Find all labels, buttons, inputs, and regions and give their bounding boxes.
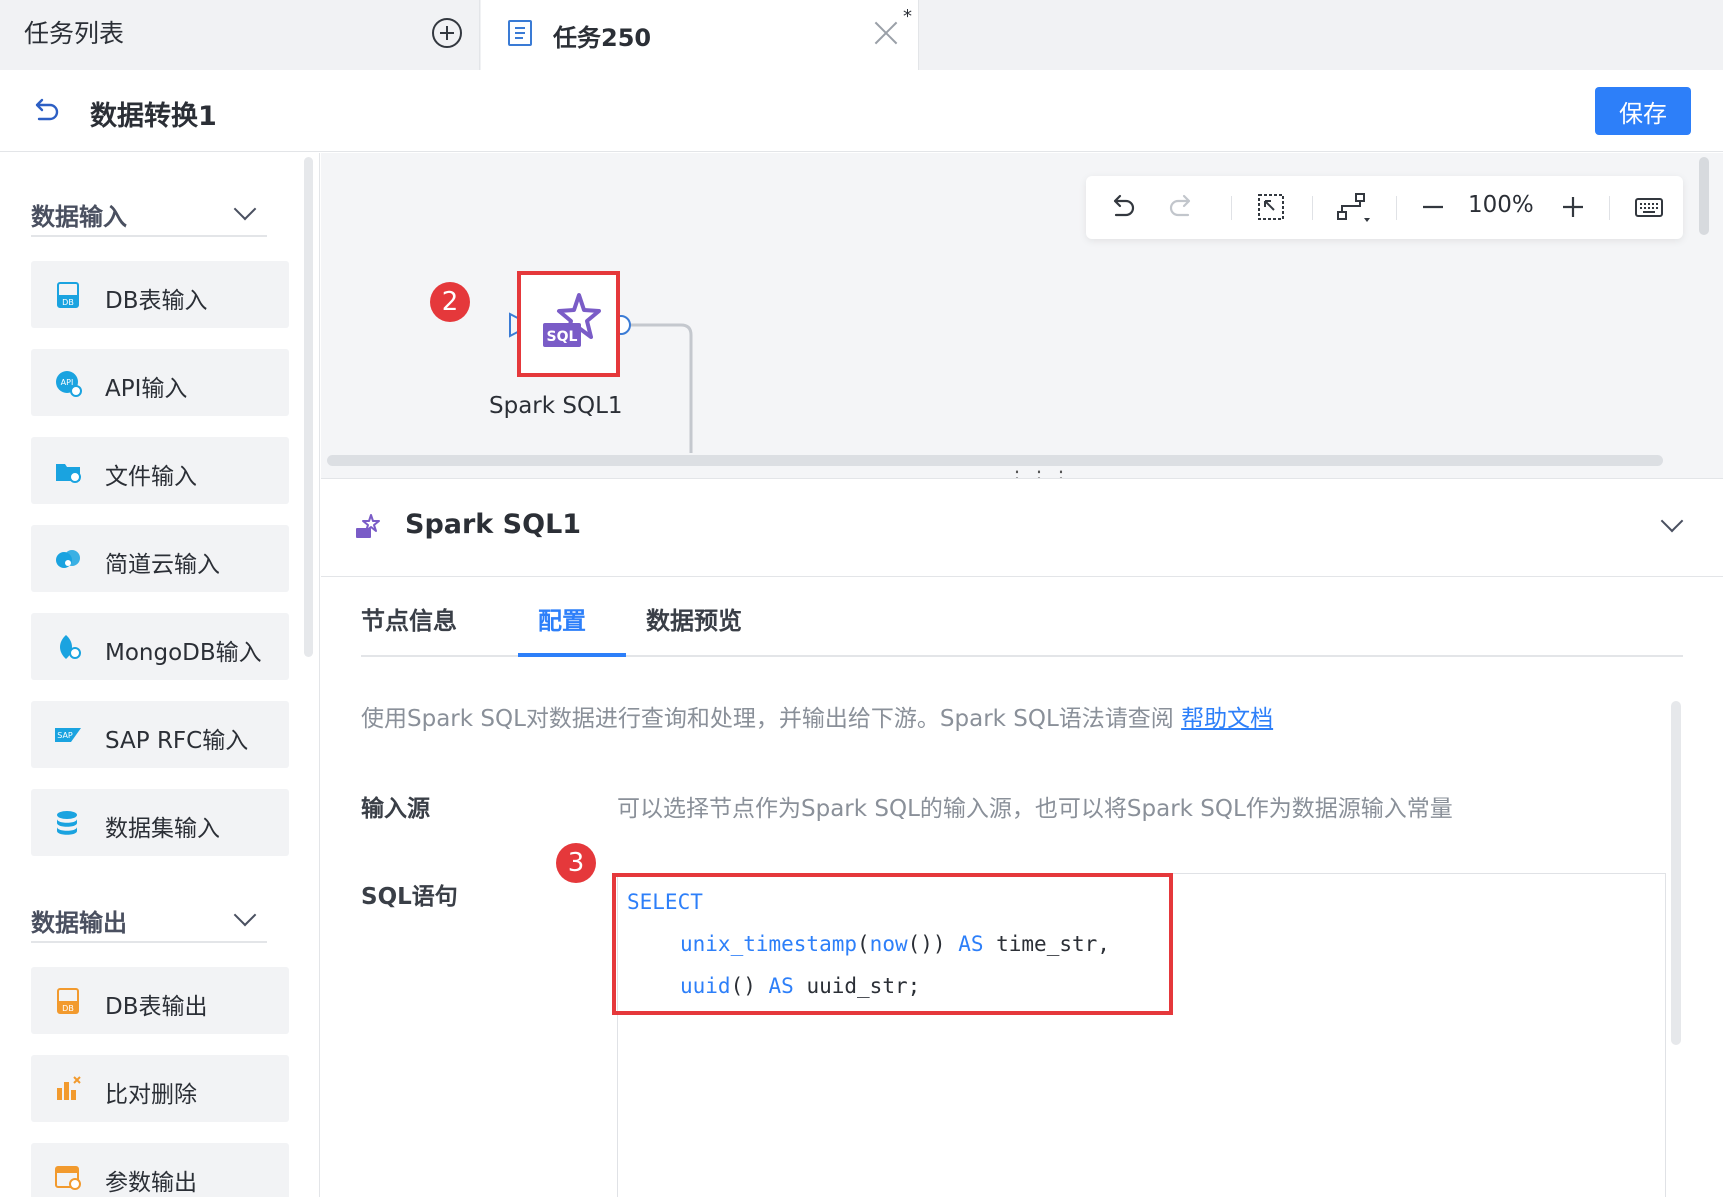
tab-data-preview[interactable]: 数据预览 [646,601,742,636]
active-tab-indicator [518,653,626,657]
palette-item-api-input[interactable]: API API输入 [31,349,289,416]
sql-statement-label: SQL语句 [361,884,458,910]
connection-edge [621,323,693,453]
cloud-icon [56,550,80,568]
tab-task-list-label: 任务列表 [24,19,125,48]
param-output-icon [55,1166,81,1190]
compare-delete-icon [57,1076,81,1100]
database-icon [57,811,77,835]
canvas-scrollbar-vertical[interactable] [1699,157,1709,235]
chevron-down-icon[interactable] [1660,509,1684,533]
palette-item-label: 比对删除 [105,1082,197,1108]
palette-item-label: 数据集输入 [105,816,220,842]
undo-icon[interactable] [1106,190,1140,224]
palette-item-sap-rfc-input[interactable]: SAP SAP RFC输入 [31,701,289,768]
canvas-toolbar: 100% [1086,176,1683,239]
node-config-panel: Spark SQL1 节点信息 配置 数据预览 使用Spark SQL对数据进行… [321,478,1723,1197]
tab-task-250[interactable]: 任务250 * [481,0,919,70]
add-tab-icon[interactable] [432,18,462,48]
auto-layout-icon[interactable] [1334,190,1378,224]
canvas-scrollbar-horizontal[interactable] [327,455,1663,466]
palette-item-label: DB表输出 [105,994,208,1020]
section-title: 数据输入 [31,203,127,231]
panel-scrollbar[interactable] [1671,701,1681,1045]
step-badge: 3 [556,843,596,883]
keyboard-icon[interactable] [1632,190,1666,224]
chevron-down-icon[interactable] [233,197,257,221]
toolbar-divider [1609,196,1610,220]
palette-item-label: 简道云输入 [105,552,220,578]
palette-item-db-input[interactable]: DB DB表输入 [31,261,289,328]
help-doc-link[interactable]: 帮助文档 [1181,706,1273,732]
mongodb-leaf-icon [60,635,81,659]
palette-item-label: MongoDB输入 [105,640,262,666]
db-table-icon: DB [57,988,79,1014]
palette-item-db-output[interactable]: DB DB表输出 [31,967,289,1034]
redo-icon[interactable] [1164,190,1198,224]
toolbar-divider [1231,196,1232,220]
fit-view-icon[interactable] [1254,190,1288,224]
palette-item-jiandaoyun-input[interactable]: 简道云输入 [31,525,289,592]
sap-icon: SAP [55,728,81,742]
zoom-in-icon[interactable] [1556,190,1590,224]
palette-item-file-input[interactable]: 文件输入 [31,437,289,504]
tab-bar: 任务列表 任务250 * [0,0,1723,70]
description-text: 使用Spark SQL对数据进行查询和处理，并输出给下游。Spark SQL语法… [361,706,1174,732]
flow-canvas[interactable]: SQL 2 Spark SQL1 100% [321,153,1723,478]
sidebar-scrollbar[interactable] [304,157,313,657]
panel-title: Spark SQL1 [405,509,582,540]
config-description: 使用Spark SQL对数据进行查询和处理，并输出给下游。Spark SQL语法… [361,699,1273,733]
sql-highlight-box [612,873,1173,1015]
palette-item-compare-delete[interactable]: 比对删除 [31,1055,289,1122]
chevron-down-icon[interactable] [233,903,257,927]
tab-config[interactable]: 配置 [538,601,586,636]
svg-text:DB: DB [62,1004,74,1013]
node-label: Spark SQL1 [489,393,623,419]
spark-sql-icon: SQL [543,293,601,347]
tab-task-list[interactable]: 任务列表 [0,0,480,70]
tab-task-250-label: 任务250 [553,24,652,52]
palette-item-label: DB表输入 [105,288,208,314]
close-icon[interactable] [873,20,899,46]
zoom-out-icon[interactable] [1416,190,1450,224]
section-title: 数据输出 [31,909,127,937]
input-source-label: 输入源 [361,796,430,822]
page-title: 数据转换1 [90,101,217,132]
page-header: 数据转换1 保存 [0,70,1723,152]
toolbar-divider [1396,196,1397,220]
palette-item-label: SAP RFC输入 [105,728,249,754]
db-table-icon: DB [57,282,79,308]
palette-item-param-output[interactable]: 参数输出 [31,1143,289,1197]
document-icon [508,20,532,46]
section-data-input[interactable]: 数据输入 [31,197,267,237]
spark-sql-icon [356,514,380,538]
palette-item-label: 参数输出 [105,1170,197,1196]
palette-item-label: API输入 [105,376,188,402]
toolbar-divider [1312,196,1313,220]
svg-text:DB: DB [62,298,74,307]
save-button[interactable]: 保存 [1595,87,1691,135]
svg-text:API: API [61,378,74,387]
spark-sql-node[interactable]: SQL [517,271,620,377]
panel-tabs: 节点信息 配置 数据预览 [361,577,1683,657]
palette-item-label: 文件输入 [105,464,197,490]
tab-node-info[interactable]: 节点信息 [361,601,457,636]
api-icon: API [56,371,82,397]
folder-icon [56,464,81,483]
node-palette-sidebar: 数据输入 DB DB表输入 API API输入 文件输入 简道云输入 Mongo… [0,153,320,1197]
section-data-output[interactable]: 数据输出 [31,903,267,943]
input-source-hint[interactable]: 可以选择节点作为Spark SQL的输入源，也可以将Spark SQL作为数据源… [617,789,1453,823]
step-badge: 2 [430,282,470,322]
unsaved-marker: * [903,6,912,27]
svg-text:SAP: SAP [57,731,73,740]
panel-header: Spark SQL1 [321,479,1723,577]
back-icon[interactable] [30,96,62,128]
zoom-level: 100% [1468,192,1534,218]
node-icon-text: SQL [547,329,578,345]
palette-item-dataset-input[interactable]: 数据集输入 [31,789,289,856]
palette-item-mongodb-input[interactable]: MongoDB输入 [31,613,289,680]
